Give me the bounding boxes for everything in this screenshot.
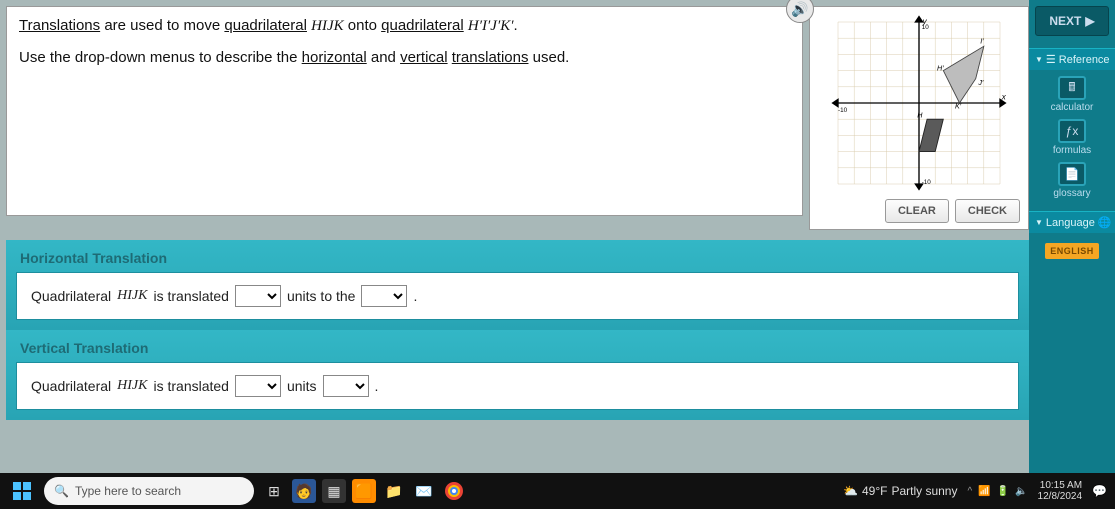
graph-panel: y x 10 -10 -10 H H′ I′ J′ K′ CLEAR (809, 6, 1029, 230)
check-button[interactable]: CHECK (955, 199, 1020, 223)
svg-text:H′: H′ (937, 64, 944, 73)
sidebar: NEXT ▶ ▼ ☰ Reference 🖩 calculator ƒx for… (1029, 0, 1115, 473)
horizontal-panel: Horizontal Translation Quadrilateral HIJ… (6, 240, 1029, 330)
language-header[interactable]: ▼ Language 🌐 (1029, 211, 1115, 233)
battery-icon[interactable]: 🔋 (997, 486, 1009, 497)
formulas-icon: ƒx (1058, 119, 1086, 143)
pinned-apps: ⊞ 🧑 ▦ 🟧 📁 ✉️ (262, 479, 466, 503)
file-explorer-icon[interactable]: 📁 (382, 479, 406, 503)
task-view-icon[interactable]: ⊞ (262, 479, 286, 503)
vertical-units-select[interactable] (235, 375, 281, 397)
start-button[interactable] (8, 477, 36, 505)
weather-icon: ⛅ (843, 484, 858, 498)
reference-header[interactable]: ▼ ☰ Reference (1029, 48, 1115, 70)
vertical-heading: Vertical Translation (6, 330, 1029, 362)
svg-text:10: 10 (922, 24, 930, 31)
shape-HIJK (919, 119, 943, 151)
caret-down-icon: ▼ (1035, 55, 1043, 64)
main-content: 🔊 Translations are used to move quadrila… (0, 0, 1029, 473)
question-card: 🔊 Translations are used to move quadrila… (6, 6, 803, 216)
next-button[interactable]: NEXT ▶ (1035, 6, 1109, 36)
coordinate-grid: y x 10 -10 -10 H H′ I′ J′ K′ (816, 13, 1022, 193)
svg-text:-10: -10 (838, 107, 848, 114)
question-line-1: Translations are used to move quadrilate… (19, 17, 790, 35)
horizontal-units-select[interactable] (235, 285, 281, 307)
play-icon: ▶ (1085, 14, 1094, 28)
chevron-up-icon[interactable]: ^ (967, 486, 972, 497)
language-badge[interactable]: ENGLISH (1045, 243, 1099, 259)
windows-icon (13, 482, 31, 500)
x-axis-label: x (1001, 92, 1007, 101)
search-icon: 🔍 (54, 484, 69, 498)
glossary-icon: 📄 (1058, 162, 1086, 186)
svg-text:-10: -10 (922, 179, 932, 186)
mail-icon[interactable]: ✉️ (412, 479, 436, 503)
taskbar: 🔍 Type here to search ⊞ 🧑 ▦ 🟧 📁 ✉️ ⛅ 49°… (0, 473, 1115, 509)
shape-HIJK-prime (943, 46, 984, 103)
quad-HIJK-prime: H′I′J′K′ (468, 18, 514, 34)
horizontal-direction-select[interactable] (361, 285, 407, 307)
calculator-icon: 🖩 (1058, 76, 1086, 100)
caret-down-icon: ▼ (1035, 218, 1043, 227)
globe-icon: 🌐 (1098, 216, 1112, 229)
wifi-icon[interactable]: 📶 (978, 486, 990, 497)
svg-text:K′: K′ (955, 101, 962, 110)
volume-icon[interactable]: 🔈 (1015, 486, 1027, 497)
vertical-direction-select[interactable] (323, 375, 369, 397)
svg-text:H: H (917, 110, 923, 119)
system-tray[interactable]: ^ 📶 🔋 🔈 (967, 486, 1027, 497)
question-line-2: Use the drop-down menus to describe the … (19, 49, 790, 66)
notifications-icon[interactable]: 💬 (1092, 484, 1107, 498)
taskbar-search[interactable]: 🔍 Type here to search (44, 477, 254, 505)
svg-text:J′: J′ (977, 78, 984, 87)
vertical-panel: Vertical Translation Quadrilateral HIJK … (6, 330, 1029, 420)
quad-HIJK: HIJK (311, 18, 344, 34)
app-icon-1[interactable]: 🧑 (292, 479, 316, 503)
calculator-tool[interactable]: 🖩 calculator (1051, 76, 1094, 113)
chrome-icon[interactable] (442, 479, 466, 503)
formulas-tool[interactable]: ƒx formulas (1053, 119, 1091, 156)
glossary-tool[interactable]: 📄 glossary (1053, 162, 1090, 199)
app-icon-2[interactable]: ▦ (322, 479, 346, 503)
app-icon-3[interactable]: 🟧 (352, 479, 376, 503)
clear-button[interactable]: CLEAR (885, 199, 949, 223)
term-quadrilateral-2: quadrilateral (381, 17, 464, 34)
term-quadrilateral-1: quadrilateral (224, 17, 307, 34)
horizontal-heading: Horizontal Translation (6, 240, 1029, 272)
weather-widget[interactable]: ⛅ 49°F Partly sunny (843, 484, 957, 498)
taskbar-clock[interactable]: 10:15 AM 12/8/2024 (1038, 480, 1083, 502)
term-translations: Translations (19, 17, 100, 34)
